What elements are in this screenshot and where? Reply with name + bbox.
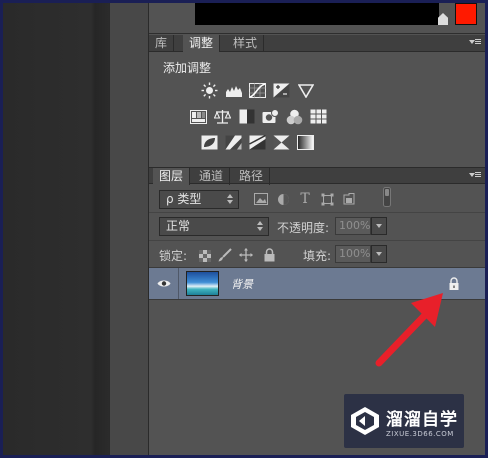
shape-filter-icon[interactable] [319, 191, 335, 207]
color-ramp[interactable] [195, 3, 439, 25]
document-canvas-area [3, 3, 109, 455]
watermark-badge: 溜溜自学 ZIXUE.3D66.COM [344, 394, 464, 448]
tool-dock-strip [109, 3, 149, 455]
color-lookup-icon[interactable] [309, 108, 328, 125]
layer-thumbnail[interactable] [186, 271, 219, 296]
tab-channels[interactable]: 通道 [193, 168, 231, 185]
fill-field[interactable]: 100% [335, 245, 371, 263]
smart-object-filter-icon[interactable] [341, 191, 357, 207]
dropdown-arrow-icon [227, 194, 234, 205]
exposure-icon[interactable] [272, 82, 291, 99]
layer-name[interactable]: 背景 [231, 276, 253, 292]
fill-label: 填充: [303, 249, 332, 263]
vibrance-icon[interactable] [296, 82, 315, 99]
annotation-arrow-icon [375, 293, 443, 367]
foreground-color-swatch[interactable] [455, 3, 477, 25]
tab-library[interactable]: 库 [149, 35, 175, 52]
color-balance-icon[interactable] [213, 108, 232, 125]
opacity-dropdown-button[interactable] [371, 217, 387, 235]
dropdown-arrow-icon [257, 221, 264, 232]
photoshop-window: 库 调整 样式 添加调整 图层 通道 路径 ρ 类型 T 正常 不透明度: 10… [3, 3, 485, 455]
lock-transparent-pixels-icon[interactable] [197, 248, 213, 264]
hue-saturation-icon[interactable] [189, 108, 208, 125]
adjustment-row-3 [200, 134, 315, 151]
lock-label: 锁定: [159, 249, 188, 263]
tab-paths[interactable]: 路径 [233, 168, 271, 185]
filter-toggle-icon[interactable] [379, 187, 395, 207]
blend-row: 正常 不透明度: 100% [149, 213, 485, 241]
panel-menu-icon[interactable] [469, 37, 481, 49]
color-panel [149, 3, 485, 34]
levels-icon[interactable] [224, 82, 243, 99]
watermark-subtitle: ZIXUE.3D66.COM [386, 429, 454, 438]
layer-kind-label: ρ 类型 [166, 192, 202, 206]
right-panel-dock: 库 调整 样式 添加调整 图层 通道 路径 ρ 类型 T 正常 不透明度: 10… [149, 3, 485, 455]
opacity-label: 不透明度: [277, 221, 330, 235]
tab-adjustments[interactable]: 调整 [183, 35, 221, 52]
layers-panel-menu-icon[interactable] [469, 170, 481, 182]
lock-position-icon[interactable] [238, 247, 254, 263]
layer-kind-dropdown[interactable]: ρ 类型 [159, 190, 239, 209]
threshold-icon[interactable] [248, 134, 267, 151]
adjustment-row-2 [189, 108, 328, 125]
photo-filter-icon[interactable] [261, 108, 280, 125]
tab-layers[interactable]: 图层 [153, 168, 191, 185]
selective-color-icon[interactable] [272, 134, 291, 151]
gradient-map-icon[interactable] [296, 134, 315, 151]
invert-icon[interactable] [200, 134, 219, 151]
blend-mode-dropdown[interactable]: 正常 [159, 217, 269, 236]
channel-mixer-icon[interactable] [285, 108, 304, 125]
adjustment-row-1 [200, 82, 315, 99]
brightness-icon[interactable] [200, 82, 219, 99]
opacity-field[interactable]: 100% [335, 217, 371, 235]
adjustment-filter-icon[interactable] [275, 191, 291, 207]
fill-dropdown-button[interactable] [371, 245, 387, 263]
lock-row: 锁定: 填充: 100% [149, 241, 485, 269]
pixel-filter-icon[interactable] [253, 191, 269, 207]
watermark-logo-icon [351, 407, 379, 435]
layer-visibility-toggle[interactable] [149, 268, 179, 299]
layers-tabbar: 图层 通道 路径 [149, 167, 485, 185]
posterize-icon[interactable] [224, 134, 243, 151]
black-white-icon[interactable] [237, 108, 256, 125]
curves-icon[interactable] [248, 82, 267, 99]
type-filter-icon[interactable]: T [297, 191, 313, 207]
eye-icon [157, 280, 170, 287]
blend-mode-label: 正常 [166, 219, 191, 233]
color-slider-knob[interactable] [438, 13, 448, 25]
tab-styles[interactable]: 样式 [227, 35, 265, 52]
layer-filter-row: ρ 类型 T [149, 185, 485, 213]
lock-image-pixels-icon[interactable] [217, 247, 233, 263]
add-adjustment-title: 添加调整 [163, 61, 212, 75]
adjustments-tabbar: 库 调整 样式 [149, 35, 485, 52]
watermark-title: 溜溜自学 [386, 409, 458, 430]
lock-all-icon[interactable] [261, 247, 277, 263]
